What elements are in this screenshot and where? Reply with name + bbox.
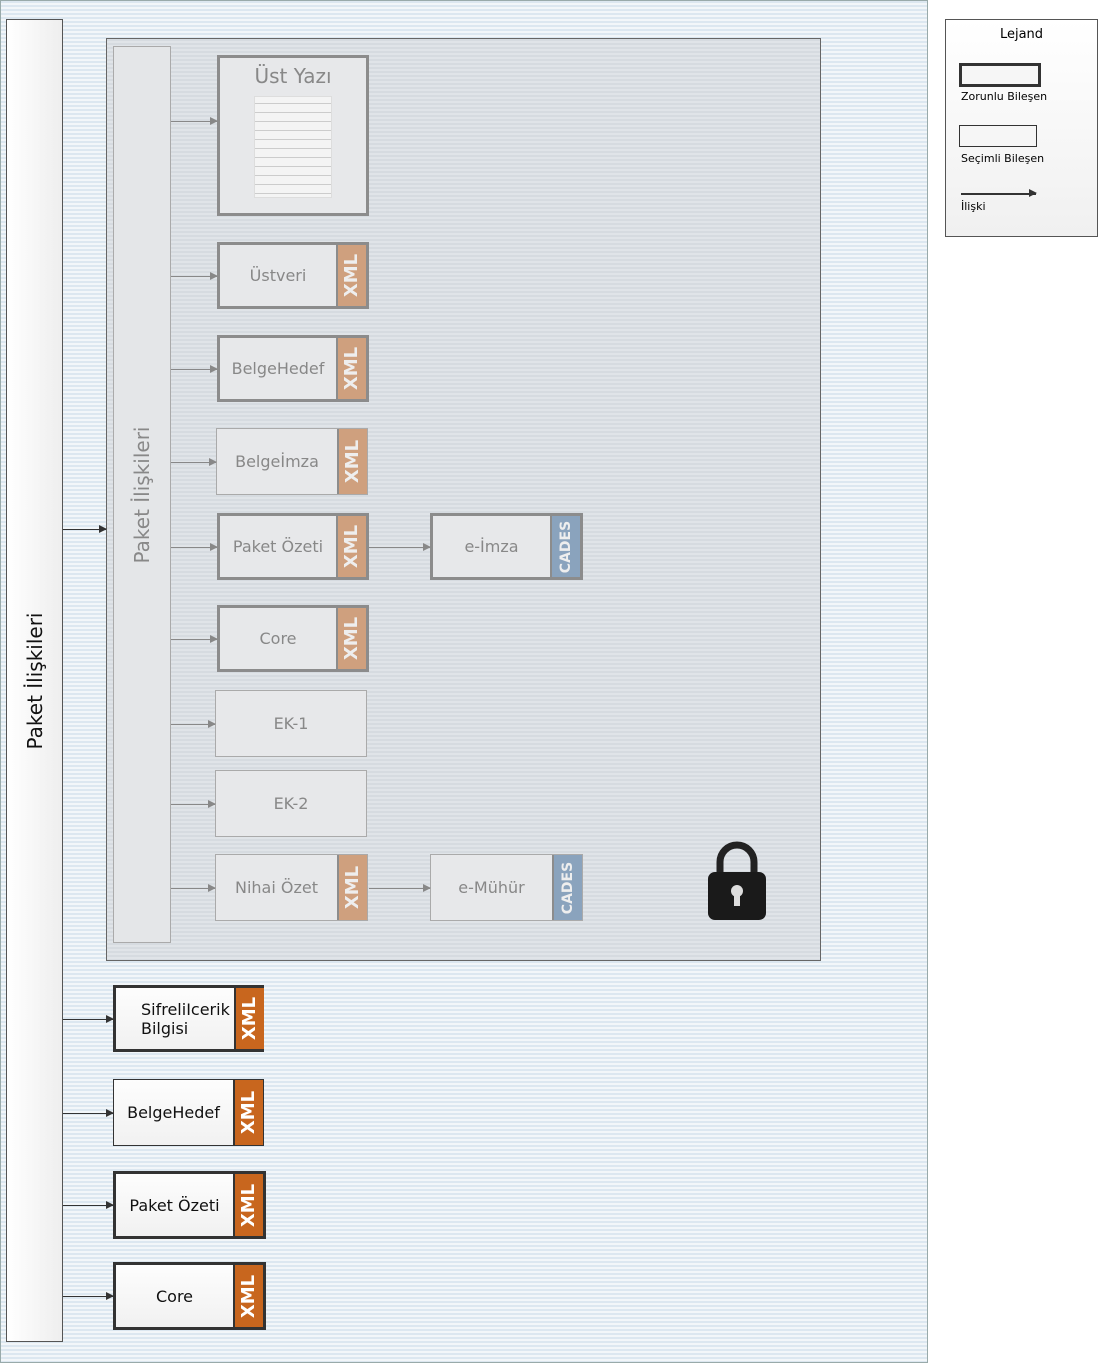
box-label: Paket Özeti [232,537,324,556]
legend-required-label: Zorunlu Bileşen [961,90,1048,103]
box-label: e-Mühür [458,878,525,897]
legend: Lejand Zorunlu Bileşen Seçimli Bileşen İ… [945,19,1098,237]
inner-box-belgehedef: BelgeHedef XML [217,335,369,402]
outer-box-belgehedef: BelgeHedef XML [113,1079,264,1146]
relation-arrow [171,883,216,892]
inner-box-paket-zeti: Paket Özeti XML [217,513,369,580]
outer-package-relations-bar: Paket İlişkileri [6,19,63,1342]
outer-box-core: Core XML [113,1262,266,1330]
box-label: Core [259,629,297,648]
relation-arrow [63,1201,114,1209]
cades-tag: CADES [552,855,582,920]
relation-arrow [171,457,217,466]
relation-arrow [369,542,431,551]
inner-box-ek-2: EK-2 [215,770,367,837]
relation-arrow [171,271,218,280]
relation-arrow [171,799,216,808]
relation-arrow [171,719,216,728]
legend-relation-label: İlişki [961,200,986,213]
xml-tag: XML [336,245,366,306]
box-label: BelgeHedef [127,1103,220,1122]
xml-tag: XML [233,1080,263,1145]
legend-optional-swatch [959,125,1037,147]
inner-box--stveri: Üstveri XML [217,242,369,309]
inner-box-e-i-mza: e-İmza CADES [430,513,583,580]
box-label: Üstveri [249,266,307,285]
relation-arrow [171,634,218,643]
outer-box-sifreliicerik-bilgisi: SifreliIcerik Bilgisi XML [113,985,264,1052]
relation-arrow [63,1292,114,1300]
box-label: Paket Özeti [129,1195,220,1215]
xml-tag: XML [233,1174,263,1236]
box-label: e-İmza [464,537,519,556]
padlock-icon [708,841,766,920]
box-label: Core [155,1286,194,1306]
box-label: Üst Yazı [254,64,332,88]
legend-relation-arrow [961,189,1037,197]
outer-box-paket-zeti: Paket Özeti XML [113,1171,266,1239]
xml-tag: XML [337,855,367,920]
document-thumbnail [254,96,332,198]
box-label: Belgeİmza [235,452,319,471]
inner-box-core: Core XML [217,605,369,672]
box-label: BelgeHedef [231,359,325,378]
inner-package-relations-bar: Paket İlişkileri [113,46,171,943]
xml-tag: XML [233,988,264,1049]
box-label: EK-1 [273,714,309,733]
xml-tag: XML [337,429,367,494]
inner-box-ek-1: EK-1 [215,690,367,757]
inner-package-relations-label: Paket İlişkileri [130,425,154,564]
relation-arrow [171,117,218,125]
box-label: SifreliIcerik Bilgisi [141,999,230,1038]
inner-box-nihai-zet: Nihai Özet XML [215,854,368,921]
xml-tag: XML [336,608,366,669]
xml-tag: XML [233,1265,263,1327]
xml-tag: XML [336,338,366,399]
cades-tag: CADES [550,516,580,577]
outer-package-relations-label: Paket İlişkileri [22,611,47,750]
relation-arrow [63,1108,114,1117]
relation-arrow [171,542,218,551]
encrypted-content-area [106,38,821,961]
relation-arrow [63,525,107,533]
relation-arrow [171,364,218,373]
inner-box-belgei-mza: Belgeİmza XML [216,428,368,495]
legend-required-swatch [959,63,1041,87]
box-label: Nihai Özet [235,878,318,897]
inner-box--st-yaz-: Üst Yazı [217,55,369,216]
box-label: EK-2 [273,794,309,813]
inner-box-e-m-h-r: e-Mühür CADES [430,854,583,921]
relation-arrow [369,883,431,892]
xml-tag: XML [336,516,366,577]
legend-optional-label: Seçimli Bileşen [961,152,1045,165]
legend-title: Lejand [999,27,1044,42]
relation-arrow [63,1014,114,1023]
